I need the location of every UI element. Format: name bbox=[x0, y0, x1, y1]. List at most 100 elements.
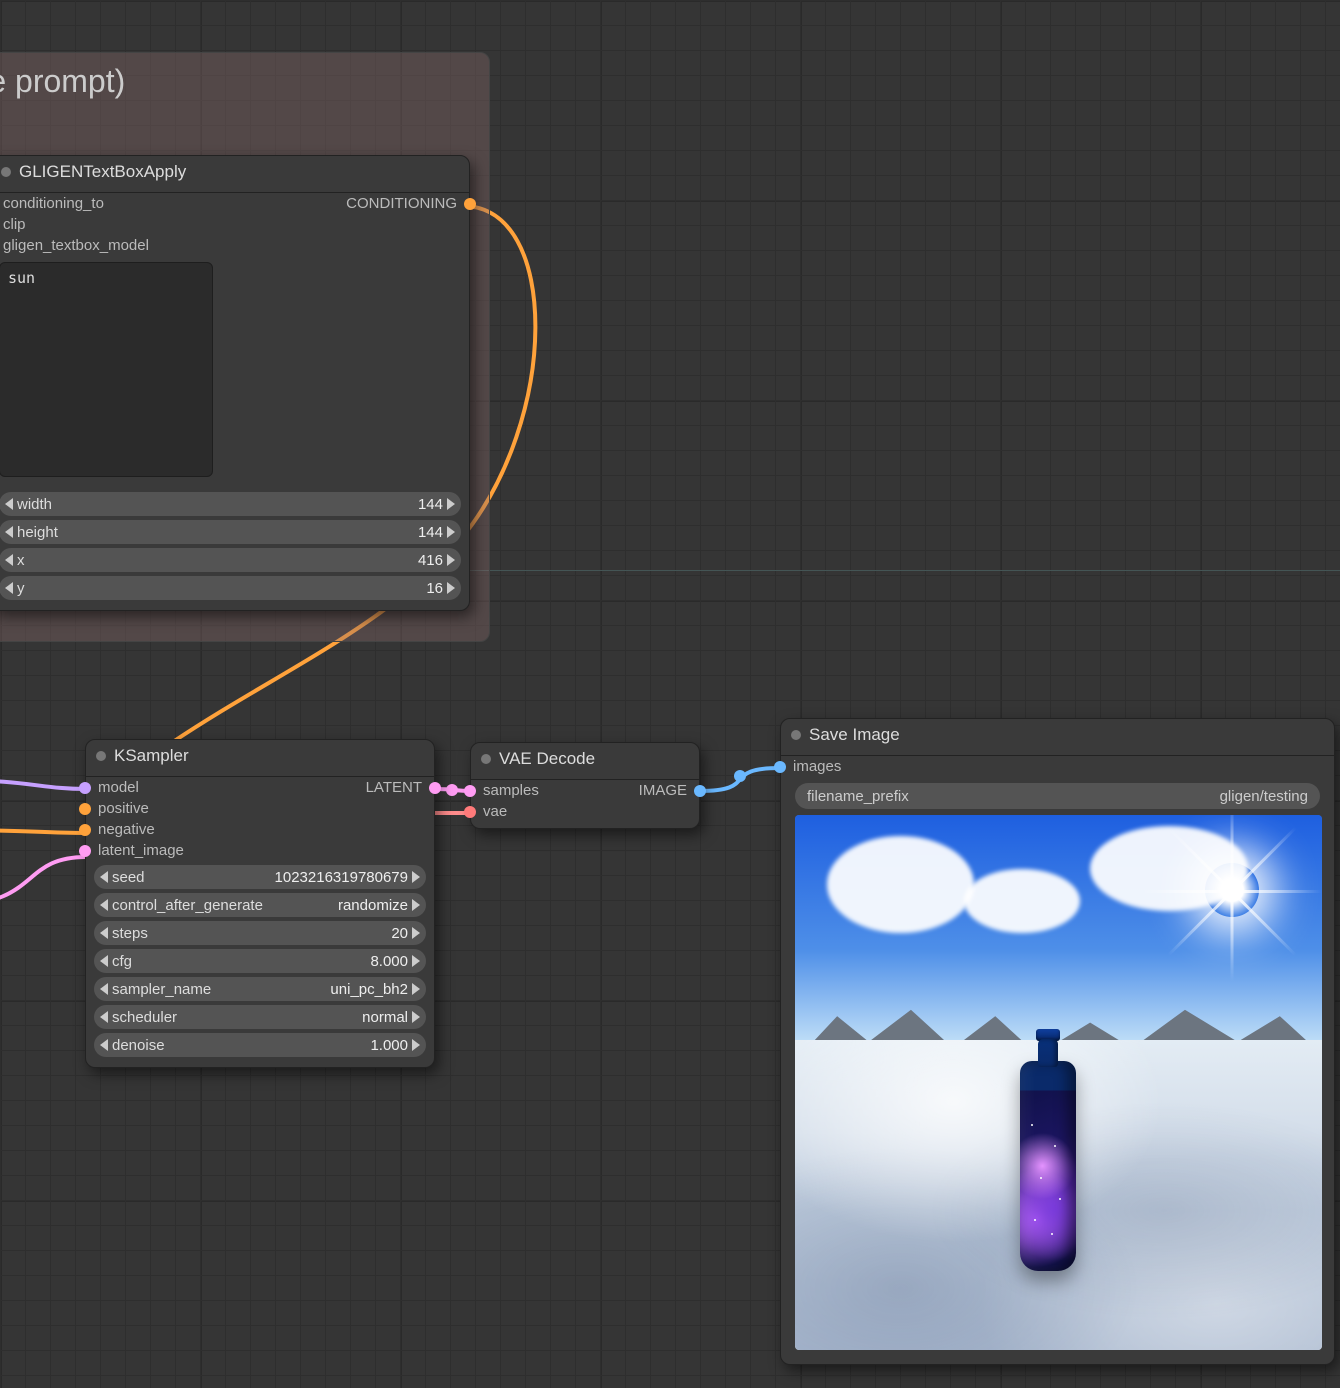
port-conditioning-out[interactable] bbox=[464, 198, 476, 210]
decrement-icon[interactable] bbox=[5, 498, 13, 510]
increment-icon[interactable] bbox=[447, 582, 455, 594]
input-label: vae bbox=[483, 803, 507, 820]
increment-icon[interactable] bbox=[412, 871, 420, 883]
param-value: 1023216319780679 bbox=[275, 869, 412, 886]
port-model-in[interactable] bbox=[79, 782, 91, 794]
decrement-icon[interactable] bbox=[100, 927, 108, 939]
port-images-in[interactable] bbox=[774, 761, 786, 773]
param-height[interactable]: height 144 bbox=[0, 520, 461, 544]
param-label: y bbox=[13, 580, 426, 597]
ksampler-params: seed 1023216319780679 control_after_gene… bbox=[86, 861, 434, 1067]
collapse-dot-icon[interactable] bbox=[481, 754, 491, 764]
port-positive-in[interactable] bbox=[79, 803, 91, 815]
param-label: height bbox=[13, 524, 418, 541]
node-header[interactable]: Save Image bbox=[781, 719, 1334, 756]
param-seed[interactable]: seed 1023216319780679 bbox=[94, 865, 426, 889]
node-vae-decode[interactable]: VAE Decode samples IMAGE vae bbox=[470, 742, 700, 829]
field-label: filename_prefix bbox=[807, 788, 909, 805]
node-header[interactable]: GLIGENTextBoxApply bbox=[0, 156, 469, 193]
prompt-textarea[interactable] bbox=[0, 262, 213, 477]
param-x[interactable]: x 416 bbox=[0, 548, 461, 572]
increment-icon[interactable] bbox=[412, 1011, 420, 1023]
param-value: uni_pc_bh2 bbox=[330, 981, 412, 998]
collapse-dot-icon[interactable] bbox=[1, 167, 11, 177]
increment-icon[interactable] bbox=[412, 927, 420, 939]
input-label: positive bbox=[98, 800, 149, 817]
node-gligen[interactable]: GLIGENTextBoxApply conditioning_to CONDI… bbox=[0, 155, 470, 611]
port-latent-in[interactable] bbox=[79, 845, 91, 857]
param-label: width bbox=[13, 496, 418, 513]
port-latent-out[interactable] bbox=[429, 782, 441, 794]
param-label: denoise bbox=[108, 1037, 370, 1054]
decrement-icon[interactable] bbox=[100, 871, 108, 883]
param-denoise[interactable]: denoise 1.000 bbox=[94, 1033, 426, 1057]
param-label: control_after_generate bbox=[108, 897, 338, 914]
node-ksampler[interactable]: KSampler model LATENT positive negative … bbox=[85, 739, 435, 1068]
increment-icon[interactable] bbox=[447, 526, 455, 538]
collapse-dot-icon[interactable] bbox=[96, 751, 106, 761]
bottle-icon bbox=[1020, 1061, 1076, 1271]
param-label: scheduler bbox=[108, 1009, 362, 1026]
param-sampler[interactable]: sampler_name uni_pc_bh2 bbox=[94, 977, 426, 1001]
param-value: 144 bbox=[418, 524, 447, 541]
output-label: IMAGE bbox=[639, 782, 687, 799]
increment-icon[interactable] bbox=[412, 1039, 420, 1051]
node-title: Save Image bbox=[809, 725, 900, 745]
param-label: seed bbox=[108, 869, 275, 886]
param-control[interactable]: control_after_generate randomize bbox=[94, 893, 426, 917]
increment-icon[interactable] bbox=[412, 899, 420, 911]
input-label: latent_image bbox=[98, 842, 184, 859]
node-title: KSampler bbox=[114, 746, 189, 766]
node-header[interactable]: VAE Decode bbox=[471, 743, 699, 780]
param-value: 8.000 bbox=[370, 953, 412, 970]
node-title: VAE Decode bbox=[499, 749, 595, 769]
decrement-icon[interactable] bbox=[100, 983, 108, 995]
param-label: cfg bbox=[108, 953, 370, 970]
increment-icon[interactable] bbox=[412, 955, 420, 967]
param-cfg[interactable]: cfg 8.000 bbox=[94, 949, 426, 973]
param-value: 20 bbox=[391, 925, 412, 942]
filename-prefix-field[interactable]: filename_prefix gligen/testing bbox=[795, 783, 1320, 809]
input-label: clip bbox=[3, 216, 26, 233]
decrement-icon[interactable] bbox=[100, 955, 108, 967]
decrement-icon[interactable] bbox=[5, 526, 13, 538]
input-label: gligen_textbox_model bbox=[3, 237, 149, 254]
field-value: gligen/testing bbox=[1220, 788, 1308, 805]
node-title: GLIGENTextBoxApply bbox=[19, 162, 186, 182]
increment-icon[interactable] bbox=[447, 554, 455, 566]
decrement-icon[interactable] bbox=[5, 582, 13, 594]
param-value: normal bbox=[362, 1009, 412, 1026]
port-vae-in[interactable] bbox=[464, 806, 476, 818]
node-save-image[interactable]: Save Image images filename_prefix gligen… bbox=[780, 718, 1335, 1365]
port-samples-in[interactable] bbox=[464, 785, 476, 797]
output-label: CONDITIONING bbox=[346, 195, 457, 212]
decrement-icon[interactable] bbox=[100, 899, 108, 911]
input-label: samples bbox=[483, 782, 539, 799]
input-label: negative bbox=[98, 821, 155, 838]
collapse-dot-icon[interactable] bbox=[791, 730, 801, 740]
param-label: sampler_name bbox=[108, 981, 330, 998]
group-title: ch some elements in the base prompt) bbox=[0, 63, 469, 100]
param-value: randomize bbox=[338, 897, 412, 914]
node-canvas[interactable]: ch some elements in the base prompt) GLI… bbox=[0, 0, 1340, 1388]
output-image-preview[interactable] bbox=[795, 815, 1322, 1350]
input-label: model bbox=[98, 779, 139, 796]
increment-icon[interactable] bbox=[412, 983, 420, 995]
node-header[interactable]: KSampler bbox=[86, 740, 434, 777]
increment-icon[interactable] bbox=[447, 498, 455, 510]
input-label: conditioning_to bbox=[3, 195, 104, 212]
param-value: 416 bbox=[418, 552, 447, 569]
param-width[interactable]: width 144 bbox=[0, 492, 461, 516]
param-label: x bbox=[13, 552, 418, 569]
param-value: 1.000 bbox=[370, 1037, 412, 1054]
port-negative-in[interactable] bbox=[79, 824, 91, 836]
decrement-icon[interactable] bbox=[5, 554, 13, 566]
sun-icon bbox=[1205, 863, 1259, 917]
decrement-icon[interactable] bbox=[100, 1011, 108, 1023]
param-value: 144 bbox=[418, 496, 447, 513]
param-steps[interactable]: steps 20 bbox=[94, 921, 426, 945]
port-image-out[interactable] bbox=[694, 785, 706, 797]
param-y[interactable]: y 16 bbox=[0, 576, 461, 600]
param-scheduler[interactable]: scheduler normal bbox=[94, 1005, 426, 1029]
decrement-icon[interactable] bbox=[100, 1039, 108, 1051]
